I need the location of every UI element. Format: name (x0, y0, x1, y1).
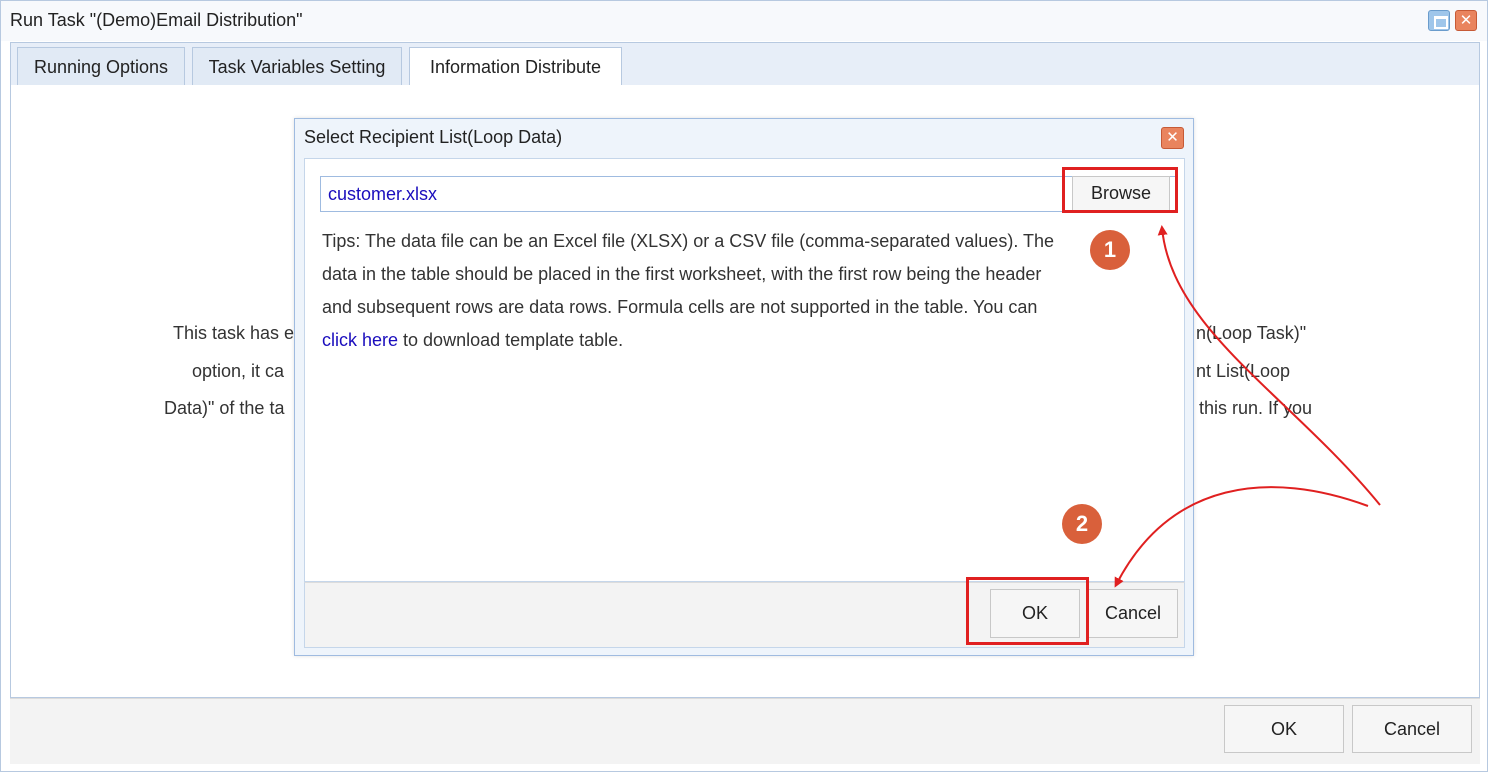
arrow-to-ok (1114, 486, 1369, 588)
arrow-to-browse (1157, 225, 1381, 506)
annotation-arrows (1114, 225, 1381, 588)
